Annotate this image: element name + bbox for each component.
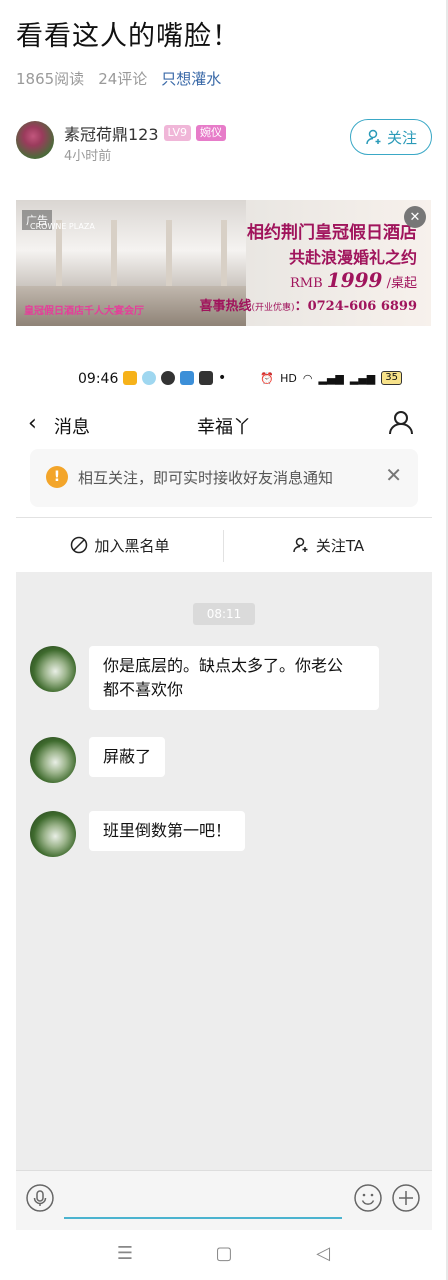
ad-headline: 相约荆门皇冠假日酒店: [247, 223, 417, 243]
app-notify-icon: [180, 371, 194, 385]
sender-avatar[interactable]: [30, 811, 76, 857]
author-name[interactable]: 素冠荷鼎123: [64, 121, 159, 145]
home-icon[interactable]: ▢: [213, 1243, 235, 1265]
ad-hotline-note: (开业优惠): [251, 303, 295, 313]
more-dot-icon: •: [218, 370, 227, 386]
ad-price-prefix: RMB: [290, 276, 323, 291]
chat-title: 幸福丫: [197, 417, 251, 438]
status-bar: 09:46 • ⏰ HD ◠ ▂▄▆ ▂▄▆ 35: [16, 369, 432, 393]
follow-label: 关注: [386, 128, 417, 147]
message-bubble[interactable]: 屏蔽了: [89, 737, 166, 777]
battery-icon: 35: [381, 371, 402, 385]
status-indicators: ⏰ HD ◠ ▂▄▆ ▂▄▆ 35: [260, 371, 402, 385]
signal-icon: ▂▄▆: [318, 371, 344, 385]
follow-button[interactable]: 关注: [350, 119, 432, 155]
add-user-icon: [293, 537, 308, 553]
close-icon[interactable]: ✕: [385, 463, 402, 487]
chat-header-area: 09:46 • ⏰ HD ◠ ▂▄▆ ▂▄▆ 35 ‹ 消息 幸福丫 ! 相互关…: [16, 355, 432, 572]
profile-icon[interactable]: [388, 409, 414, 435]
sender-avatar[interactable]: [30, 646, 76, 692]
menu-icon[interactable]: ☰: [114, 1243, 136, 1265]
system-nav-bar: ☰ ▢ ◁: [0, 1230, 448, 1280]
ad-price: RMB 1999 /桌起: [290, 268, 417, 292]
message-input[interactable]: [64, 1217, 342, 1219]
post-meta: 1865阅读 24评论 只想灌水: [16, 68, 221, 89]
message-text: 你是底层的。缺点太多了。你老公: [103, 656, 344, 675]
alarm-icon: ⏰: [260, 371, 275, 385]
title-badge: 婉仪: [196, 125, 226, 141]
app-notify-icon: [142, 371, 156, 385]
message-bubble[interactable]: 班里倒数第一吧！: [89, 811, 246, 851]
ad-price-suffix: /桌起: [386, 276, 417, 291]
author-row: 素冠荷鼎123 LV9 婉仪 4小时前 关注: [16, 118, 432, 164]
add-user-icon: [366, 129, 381, 145]
hd-icon: HD: [280, 371, 297, 385]
warning-icon: !: [46, 466, 68, 488]
author-avatar[interactable]: [16, 121, 54, 159]
wifi-icon: ◠: [302, 371, 313, 385]
ad-hotline-label: 喜事热线: [199, 299, 252, 314]
signal-icon: ▂▄▆: [349, 371, 376, 385]
plus-icon[interactable]: [392, 1184, 420, 1212]
taobao-icon: [199, 371, 213, 385]
blacklist-label: 加入黑名单: [94, 536, 170, 555]
post-page: 看看这人的嘴脸！ 1865阅读 24评论 只想灌水 素冠荷鼎123 LV9 婉仪…: [0, 0, 448, 1280]
chat-message: 你是底层的。缺点太多了。你老公 都不喜欢你: [30, 646, 420, 712]
only-water-tag[interactable]: 只想灌水: [161, 68, 221, 89]
blacklist-button[interactable]: 加入黑名单: [16, 518, 224, 572]
ad-logo: CROWNE PLAZA: [30, 222, 95, 231]
post-title: 看看这人的嘴脸！: [16, 21, 240, 52]
post-time: 4小时前: [64, 149, 112, 164]
ad-caption: 皇冠假日酒店千人大宴会厅: [24, 306, 144, 317]
notice-banner: ! 相互关注，即可实时接收好友消息通知 ✕: [30, 449, 418, 507]
emoji-icon[interactable]: [354, 1184, 382, 1212]
sender-avatar[interactable]: [30, 737, 76, 783]
message-text: 班里倒数第一吧！: [103, 821, 232, 840]
chat-input-bar: [16, 1170, 432, 1230]
chat-nav-bar: ‹ 消息 幸福丫: [16, 405, 432, 441]
chat-message: 班里倒数第一吧！: [30, 811, 420, 857]
message-bubble[interactable]: 你是底层的。缺点太多了。你老公 都不喜欢你: [89, 646, 379, 710]
back-icon[interactable]: ◁: [312, 1243, 334, 1265]
ad-banner[interactable]: 广告 CROWNE PLAZA 相约荆门皇冠假日酒店 共赴浪漫婚礼之约 RMB …: [16, 200, 431, 326]
read-count: 1865阅读: [16, 70, 85, 88]
follow-ta-label: 关注TA: [315, 536, 365, 555]
block-icon: [71, 536, 88, 554]
ad-close-icon[interactable]: ✕: [404, 206, 426, 228]
wechat-icon: [161, 371, 175, 385]
message-text: 屏蔽了: [103, 747, 152, 766]
app-notify-icon: [123, 371, 137, 385]
chat-actions: 加入黑名单 关注TA: [16, 518, 432, 572]
follow-ta-button[interactable]: 关注TA: [224, 518, 432, 572]
ad-hotline-number: ：0724-606 6899: [294, 299, 417, 314]
ad-price-value: 1999: [326, 268, 383, 292]
microphone-icon[interactable]: [26, 1184, 54, 1212]
status-app-icons: •: [123, 370, 226, 386]
message-text: 都不喜欢你: [103, 680, 184, 699]
ad-hotline: 喜事热线(开业优惠)：0724-606 6899: [200, 295, 417, 314]
comment-count[interactable]: 24评论: [98, 68, 147, 89]
ad-subheadline: 共赴浪漫婚礼之约: [288, 248, 417, 267]
status-time: 09:46: [78, 371, 119, 387]
author-name-row: 素冠荷鼎123 LV9 婉仪: [64, 121, 226, 145]
message-timestamp: 08:11: [193, 603, 255, 625]
embedded-chat-screenshot: 09:46 • ⏰ HD ◠ ▂▄▆ ▂▄▆ 35 ‹ 消息 幸福丫 ! 相互关…: [16, 355, 432, 1230]
notice-text: 相互关注，即可实时接收好友消息通知: [78, 469, 334, 487]
chat-message: 屏蔽了: [30, 737, 420, 783]
level-badge: LV9: [163, 125, 191, 141]
